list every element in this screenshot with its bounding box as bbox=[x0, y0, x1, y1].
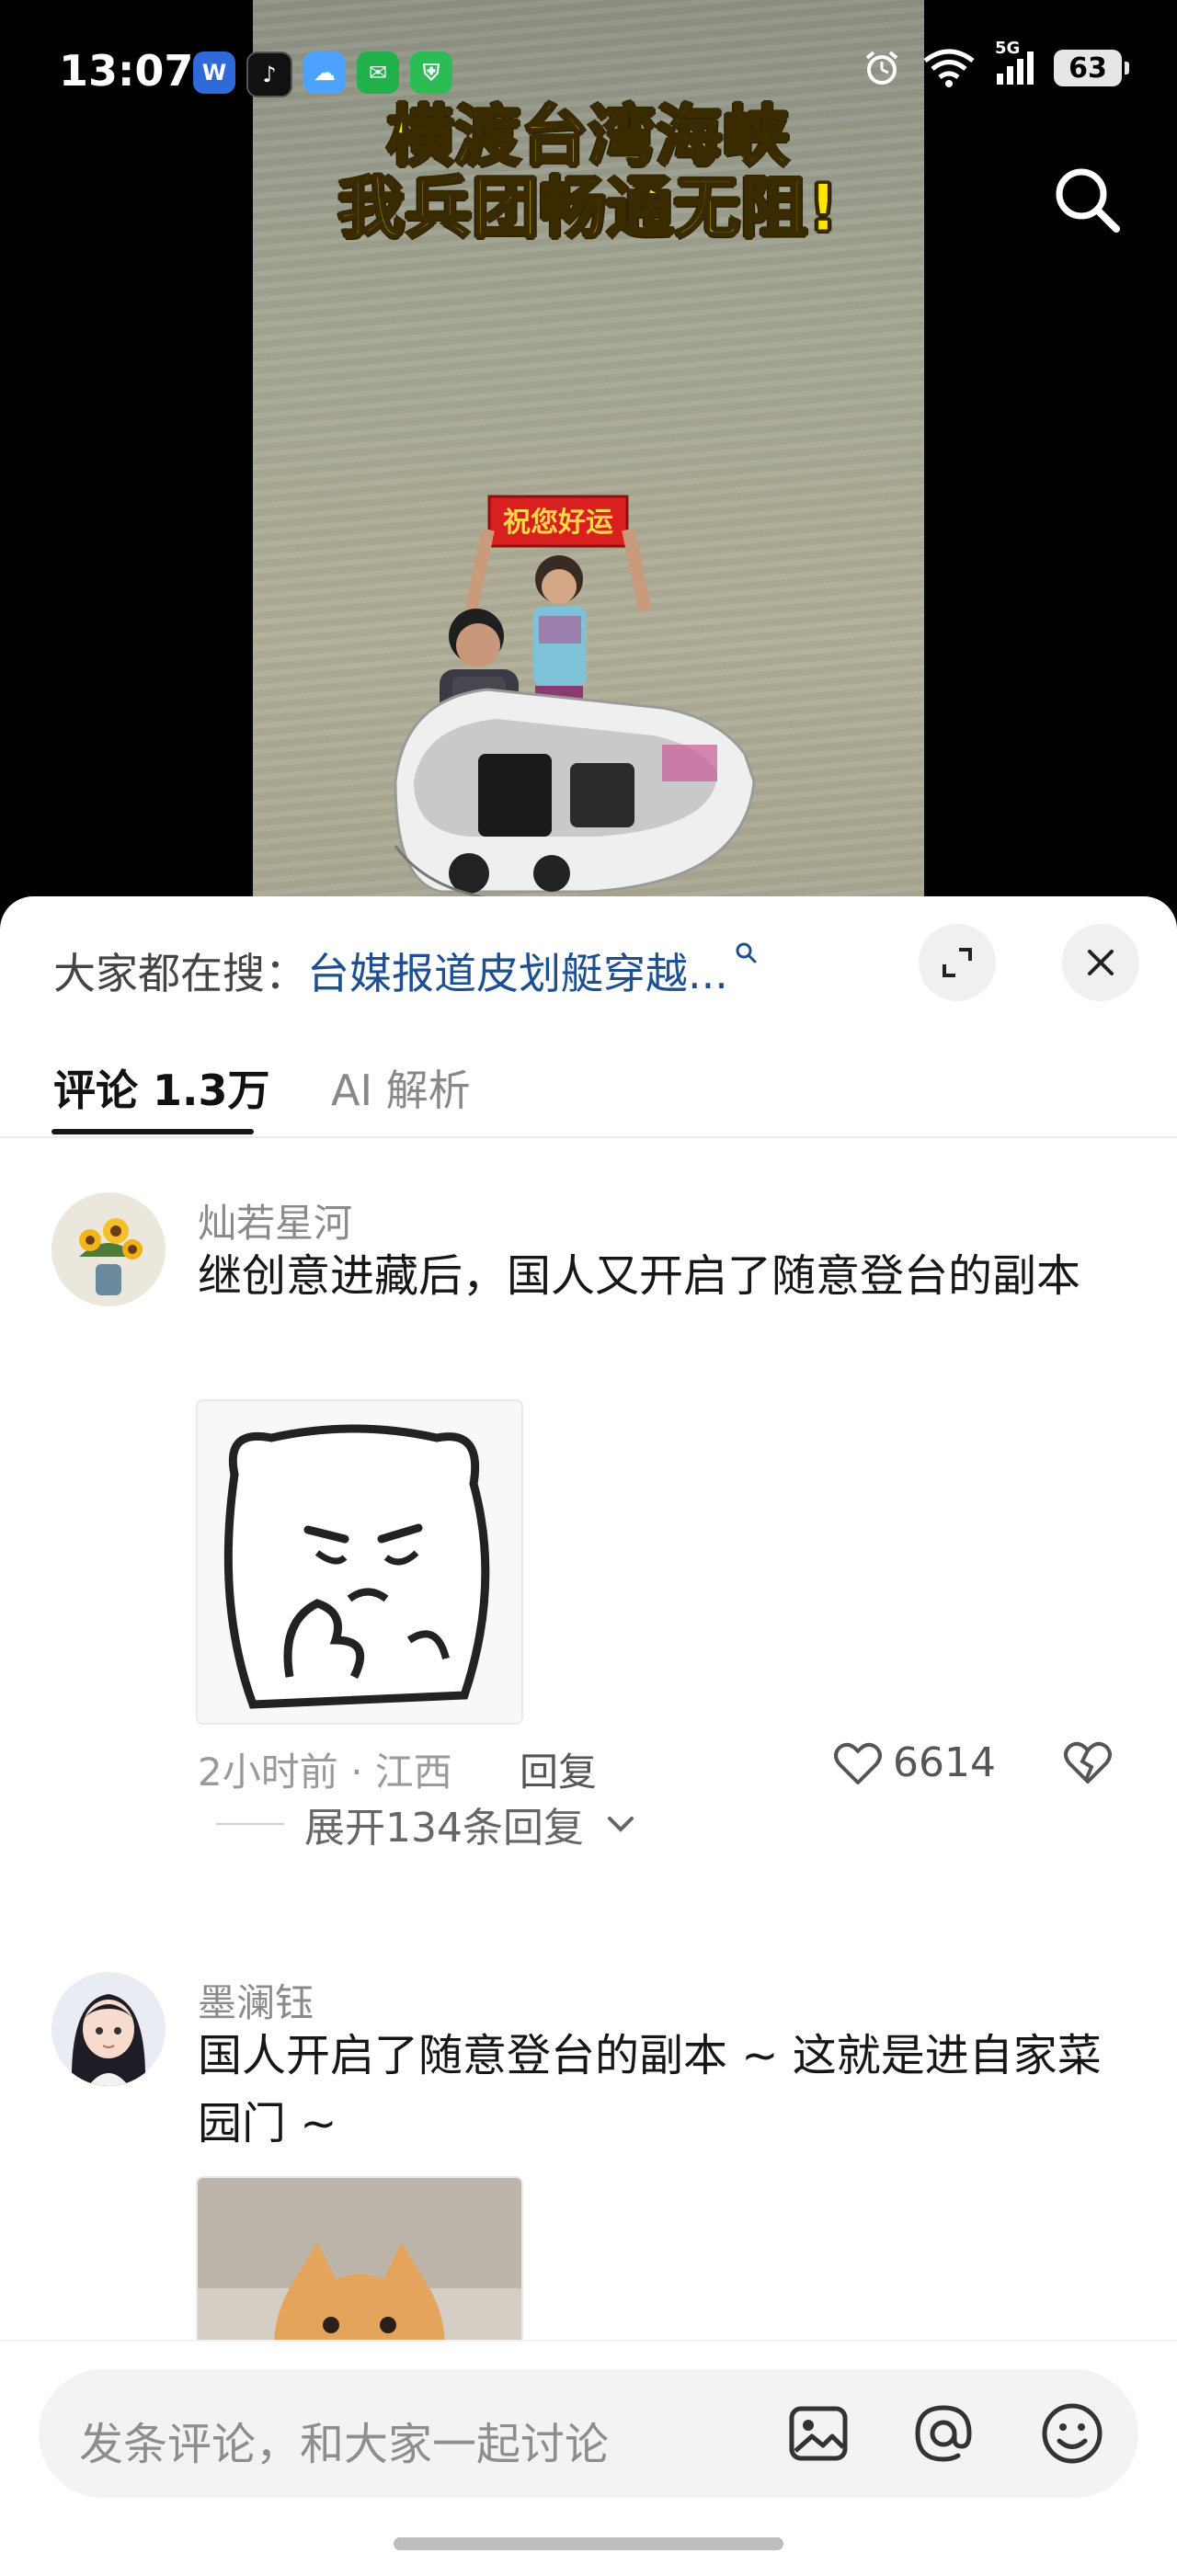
wps-icon: W bbox=[193, 51, 235, 94]
message-icon: ✉ bbox=[357, 51, 399, 94]
comment-item: 灿若星河 继创意进藏后，国人又开启了随意登台的副本 2小时前 · 江西 回复 6… bbox=[0, 1192, 1177, 1882]
video-player[interactable]: 横渡台湾海峡 我兵团畅通无阻! 祝您好运 13:07 W ♪ ☁ ✉ ⛨ 5G … bbox=[0, 0, 1177, 919]
comment-item: 墨澜钰 国人开启了随意登台的副本 ~ 这就是进自家菜园门 ~ bbox=[0, 1972, 1177, 2502]
avatar[interactable] bbox=[51, 1192, 166, 1306]
comment-meta: 2小时前 · 江西 bbox=[198, 1750, 452, 1795]
tab-comments[interactable]: 评论 1.3万 bbox=[53, 1057, 270, 1118]
comment-username[interactable]: 墨澜钰 bbox=[198, 1972, 314, 2028]
emoji-button[interactable] bbox=[1039, 2400, 1105, 2467]
status-bar: 13:07 W ♪ ☁ ✉ ⛨ 5G 63 bbox=[0, 0, 1177, 147]
alarm-icon bbox=[865, 51, 898, 85]
wifi-icon bbox=[923, 49, 975, 87]
active-tab-indicator bbox=[51, 1129, 254, 1134]
banner-text: 祝您好运 bbox=[503, 507, 613, 539]
comments-sheet: 大家都在搜：台媒报道皮划艇穿越... 评论 1.3万 AI 解析 灿若星河 继创… bbox=[0, 896, 1177, 2574]
expand-replies-label: 展开134条回复 bbox=[304, 1805, 584, 1852]
smiley-icon bbox=[1042, 2403, 1103, 2464]
dislike-button[interactable] bbox=[1062, 1739, 1114, 1789]
expand-sheet-button[interactable] bbox=[919, 924, 996, 1001]
at-sign-icon bbox=[915, 2405, 972, 2462]
comment-username[interactable]: 灿若星河 bbox=[198, 1192, 352, 1248]
heart-icon bbox=[834, 1742, 882, 1784]
tab-ai-analysis[interactable]: AI 解析 bbox=[331, 1057, 471, 1118]
network-type-label: 5G bbox=[995, 39, 1021, 58]
weather-icon: ☁ bbox=[303, 51, 346, 94]
hot-search-prefix: 大家都在搜： bbox=[53, 949, 307, 998]
divider-dash bbox=[216, 1823, 284, 1825]
notification-app-icons: W ♪ ☁ ✉ ⛨ bbox=[193, 51, 452, 97]
expand-icon bbox=[943, 948, 972, 977]
close-sheet-button[interactable] bbox=[1062, 924, 1139, 1001]
battery-indicator: 63 bbox=[1054, 50, 1129, 86]
comment-sticker-image[interactable] bbox=[196, 1399, 523, 1725]
like-button[interactable]: 6614 bbox=[832, 1739, 996, 1786]
close-icon bbox=[1088, 950, 1114, 975]
mention-button[interactable] bbox=[910, 2400, 977, 2467]
video-caption-line2: 我兵团畅通无阻! bbox=[337, 169, 840, 246]
reply-button[interactable]: 回复 bbox=[520, 1741, 597, 1797]
comment-text: 国人开启了随意登台的副本 ~ 这就是进自家菜园门 ~ bbox=[198, 2030, 1102, 2149]
expand-replies-button[interactable]: 展开134条回复 bbox=[216, 1795, 637, 1853]
chevron-down-icon bbox=[607, 1817, 634, 1832]
image-button[interactable] bbox=[785, 2400, 851, 2467]
small-search-icon bbox=[736, 942, 757, 963]
comment-tabs: 评论 1.3万 AI 解析 bbox=[0, 1057, 1177, 1138]
hot-search-bar[interactable]: 大家都在搜：台媒报道皮划艇穿越... bbox=[53, 940, 863, 1001]
hot-search-link[interactable]: 台媒报道皮划艇穿越... bbox=[307, 949, 728, 998]
comment-input[interactable]: 发条评论，和大家一起讨论 bbox=[39, 2369, 1138, 2498]
boat-scene-image: 祝您好运 bbox=[394, 495, 756, 901]
cellular-signal-icon: 5G bbox=[995, 39, 1034, 85]
search-icon bbox=[1056, 168, 1120, 233]
like-count: 6614 bbox=[893, 1739, 996, 1786]
comment-text: 继创意进藏后，国人又开启了随意登台的副本 bbox=[198, 1250, 1081, 1302]
tiktok-icon: ♪ bbox=[246, 51, 292, 97]
sunflower-avatar-image bbox=[51, 1192, 166, 1306]
shield-icon: ⛨ bbox=[410, 51, 452, 94]
image-icon bbox=[789, 2406, 848, 2461]
video-search-button[interactable] bbox=[1048, 161, 1126, 238]
comment-input-placeholder: 发条评论，和大家一起讨论 bbox=[79, 2419, 610, 2470]
avatar[interactable] bbox=[51, 1972, 166, 2086]
anime-girl-avatar-image bbox=[51, 1972, 166, 2086]
home-indicator[interactable] bbox=[394, 2537, 783, 2550]
broken-heart-icon bbox=[1064, 1741, 1112, 1784]
status-time: 13:07 bbox=[59, 46, 194, 96]
angry-cat-sticker bbox=[198, 1401, 521, 1723]
status-indicators: 5G 63 bbox=[863, 39, 1129, 88]
